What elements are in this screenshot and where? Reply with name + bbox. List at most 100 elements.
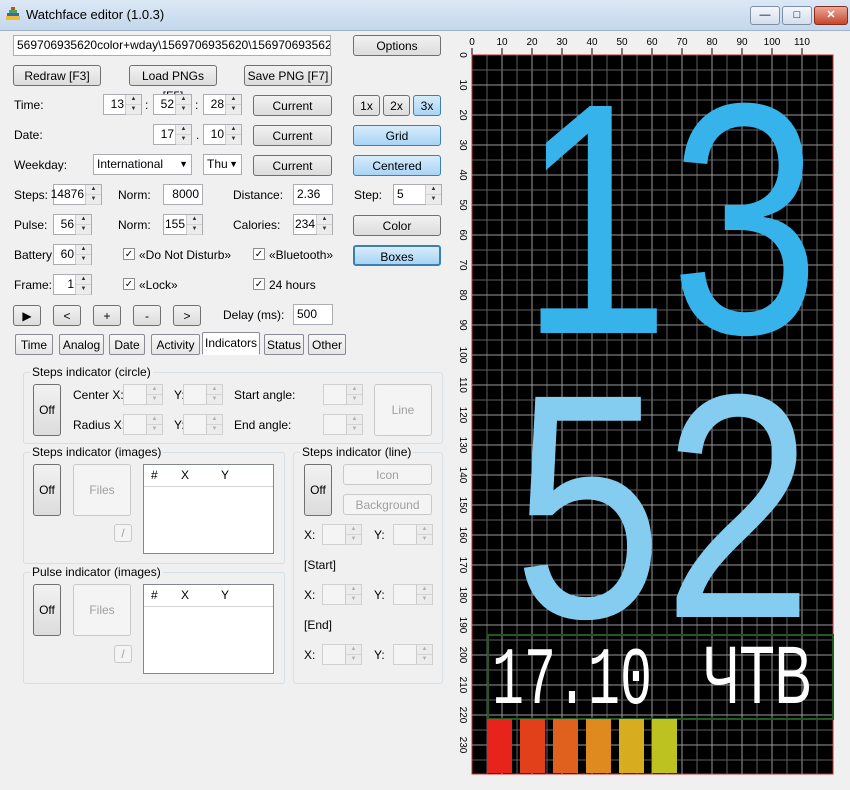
steps-images-table[interactable]: # X Y [143, 464, 274, 554]
current-weekday-button[interactable]: Current [253, 155, 332, 176]
tab-indicators[interactable]: Indicators [202, 332, 260, 355]
lock-checkbox[interactable]: ✓ [123, 278, 135, 290]
save-png-button[interactable]: Save PNG [F7] [244, 65, 332, 86]
maximize-button[interactable]: □ [782, 6, 812, 25]
watchface-preview[interactable]: 0 10 20 30 40 50 60 70 80 90 100 110 01020304050607… [450, 33, 845, 780]
steps-line-background-button[interactable]: Background [343, 494, 432, 515]
line-start-y-spinner[interactable]: ▲ ▼ [393, 584, 433, 605]
steps-line-icon-button[interactable]: Icon [343, 464, 432, 485]
month-spinner[interactable]: 10 ▲ ▼ [203, 124, 242, 145]
line-end-y-label: Y: [374, 648, 385, 662]
table-header: # X Y [144, 465, 273, 487]
options-button[interactable]: Options [353, 35, 441, 56]
prev-frame-button[interactable]: < [53, 305, 81, 326]
y-tick-label: 170 [457, 557, 468, 574]
delay-field[interactable]: 500 [293, 304, 333, 325]
radius-y-spinner[interactable]: ▲ ▼ [183, 414, 223, 435]
load-pngs-button[interactable]: Load PNGs [F5] [129, 65, 217, 103]
zoom-2x-button[interactable]: 2x [383, 95, 410, 116]
current-time-button[interactable]: Current [253, 95, 332, 116]
y-ruler: 0 10 20 30 40 50 60 70 80 90 100 110 120 130 140 150 160… [457, 52, 468, 754]
tab-status[interactable]: Status [264, 334, 304, 355]
file-path-field[interactable]: 569706935620color+wday\1569706935620\156… [13, 35, 331, 56]
dnd-checkbox[interactable]: ✓ [123, 248, 135, 260]
weekday-mode-select[interactable]: International ▼ [93, 154, 192, 175]
zoom-3x-button[interactable]: 3x [413, 95, 441, 116]
color-button[interactable]: Color [353, 215, 441, 236]
y-tick-label: 190 [457, 617, 468, 634]
calories-label: Calories: [233, 218, 281, 232]
radius-x-label: Radius X: [73, 418, 126, 432]
weekday-select[interactable]: Thu ▼ [203, 154, 242, 175]
grid-toggle-button[interactable]: Grid [353, 125, 441, 146]
tab-activity[interactable]: Activity [151, 334, 200, 355]
tab-analog[interactable]: Analog [59, 334, 104, 355]
24-hours-checkbox[interactable]: ✓ [253, 278, 265, 290]
battery-bar [520, 719, 545, 773]
start-angle-spinner[interactable]: ▲ ▼ [323, 384, 363, 405]
hour-spinner[interactable]: 13 ▲ ▼ [103, 94, 142, 115]
line-y-spinner[interactable]: ▲ ▼ [393, 524, 433, 545]
pulse-images-edit-button[interactable]: / [114, 645, 132, 663]
24-hours-label: 24 hours [269, 278, 316, 292]
pulse-images-off-button[interactable]: Off [33, 584, 61, 636]
line-x-spinner[interactable]: ▲ ▼ [322, 524, 362, 545]
line-color-button[interactable]: Line [374, 384, 432, 436]
line-start-x-spinner[interactable]: ▲ ▼ [322, 584, 362, 605]
steps-norm-field[interactable]: 8000 [163, 184, 203, 205]
step-spinner[interactable]: 5 ▲ ▼ [393, 184, 442, 205]
steps-circle-title: Steps indicator (circle) [30, 365, 153, 379]
steps-images-files-button[interactable]: Files [73, 464, 131, 516]
centered-toggle-button[interactable]: Centered [353, 155, 441, 176]
y-tick-label: 130 [457, 437, 468, 454]
pulse-images-files-button[interactable]: Files [73, 584, 131, 636]
boxes-toggle-button[interactable]: Boxes [353, 245, 441, 266]
play-button[interactable]: ▶ [13, 305, 41, 326]
second-spinner[interactable]: 28 ▲ ▼ [203, 94, 242, 115]
battery-spinner[interactable]: 60 ▲ ▼ [53, 244, 92, 265]
minute-spinner[interactable]: 52 ▲ ▼ [153, 94, 192, 115]
tab-other[interactable]: Other [308, 334, 346, 355]
close-button[interactable]: ✕ [814, 6, 848, 25]
zoom-1x-button[interactable]: 1x [353, 95, 380, 116]
pulse-spinner[interactable]: 56 ▲ ▼ [53, 214, 92, 235]
battery-label: Battery: [14, 248, 56, 262]
frame-spinner[interactable]: 1 ▲ ▼ [53, 274, 92, 295]
y-tick-label: 40 [457, 169, 468, 181]
redraw-button[interactable]: Redraw [F3] [13, 65, 101, 86]
distance-field[interactable]: 2.36 [293, 184, 333, 205]
minimize-button[interactable]: — [750, 6, 780, 25]
y-tick-label: 120 [457, 407, 468, 424]
center-x-spinner[interactable]: ▲ ▼ [123, 384, 163, 405]
current-date-button[interactable]: Current [253, 125, 332, 146]
y-tick-label: 220 [457, 707, 468, 724]
add-frame-button[interactable]: + [93, 305, 121, 326]
next-frame-button[interactable]: > [173, 305, 201, 326]
steps-circle-off-button[interactable]: Off [33, 384, 61, 436]
center-y-spinner[interactable]: ▲ ▼ [183, 384, 223, 405]
steps-line-off-button[interactable]: Off [304, 464, 332, 516]
day-spinner[interactable]: 17 ▲ ▼ [153, 124, 192, 145]
battery-bar [553, 719, 578, 773]
steps-spinner[interactable]: 14876 ▲ ▼ [51, 184, 102, 205]
line-end-x-spinner[interactable]: ▲ ▼ [322, 644, 362, 665]
radius-x-spinner[interactable]: ▲ ▼ [123, 414, 163, 435]
y-tick-label: 0 [457, 52, 468, 58]
steps-images-off-button[interactable]: Off [33, 464, 61, 516]
bluetooth-checkbox[interactable]: ✓ [253, 248, 265, 260]
pulse-norm-spinner[interactable]: 155 ▲ ▼ [163, 214, 203, 235]
start-angle-label: Start angle: [234, 388, 296, 402]
battery-bar [487, 719, 512, 773]
pulse-images-table[interactable]: # X Y [143, 584, 274, 674]
tab-date[interactable]: Date [109, 334, 145, 355]
tab-time[interactable]: Time [15, 334, 53, 355]
battery-bar [652, 719, 677, 773]
weekday-label: Weekday: [14, 158, 68, 172]
remove-frame-button[interactable]: - [133, 305, 161, 326]
steps-images-edit-button[interactable]: / [114, 524, 132, 542]
end-angle-label: End angle: [234, 418, 292, 432]
line-end-y-spinner[interactable]: ▲ ▼ [393, 644, 433, 665]
end-angle-spinner[interactable]: ▲ ▼ [323, 414, 363, 435]
y-tick-label: 210 [457, 677, 468, 694]
calories-spinner[interactable]: 234 ▲ ▼ [293, 214, 333, 235]
